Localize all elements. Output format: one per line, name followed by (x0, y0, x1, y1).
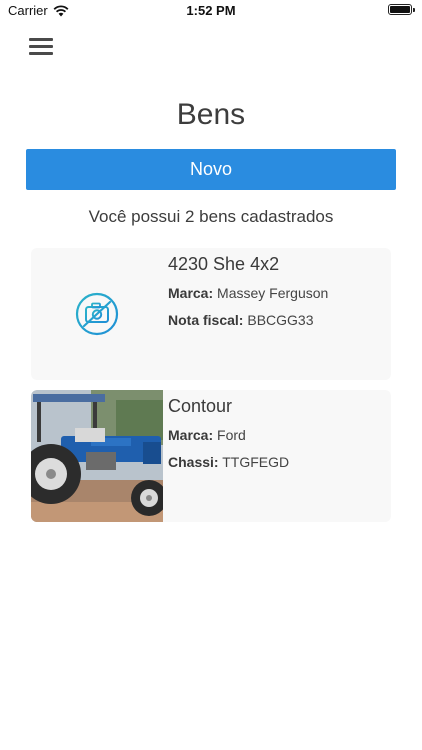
invoice-value: BBCGG33 (247, 312, 314, 328)
tractor-photo (31, 390, 163, 522)
asset-chassis: Chassi: TTGFEGD (168, 454, 385, 470)
asset-brand: Marca: Massey Ferguson (168, 285, 385, 301)
menu-button[interactable] (29, 38, 53, 58)
asset-card[interactable]: 4230 She 4x2 Marca: Massey Ferguson Nota… (31, 248, 391, 380)
brand-label: Marca: (168, 427, 214, 443)
asset-invoice: Nota fiscal: BBCGG33 (168, 312, 385, 328)
new-asset-button[interactable]: Novo (26, 149, 396, 190)
invoice-label: Nota fiscal: (168, 312, 244, 328)
asset-brand: Marca: Ford (168, 427, 385, 443)
asset-thumbnail (31, 248, 163, 380)
chassis-value: TTGFEGD (222, 454, 290, 470)
asset-title: 4230 She 4x2 (168, 254, 280, 274)
hamburger-menu-icon (29, 38, 53, 55)
page-title: Bens (176, 98, 246, 131)
status-bar: Carrier 1:52 PM (0, 0, 422, 22)
no-photo-icon (75, 292, 119, 336)
asset-title: Contour (168, 396, 233, 416)
brand-label: Marca: (168, 285, 214, 301)
battery-icon (388, 4, 415, 15)
assets-summary: Você possui 2 bens cadastrados (88, 207, 334, 226)
asset-card[interactable]: Contour Marca: Ford Chassi: TTGFEGD (31, 390, 391, 522)
brand-value: Ford (217, 427, 246, 443)
clock: 1:52 PM (186, 3, 236, 18)
chassis-label: Chassi: (168, 454, 219, 470)
asset-thumbnail (31, 390, 163, 522)
brand-value: Massey Ferguson (217, 285, 329, 301)
